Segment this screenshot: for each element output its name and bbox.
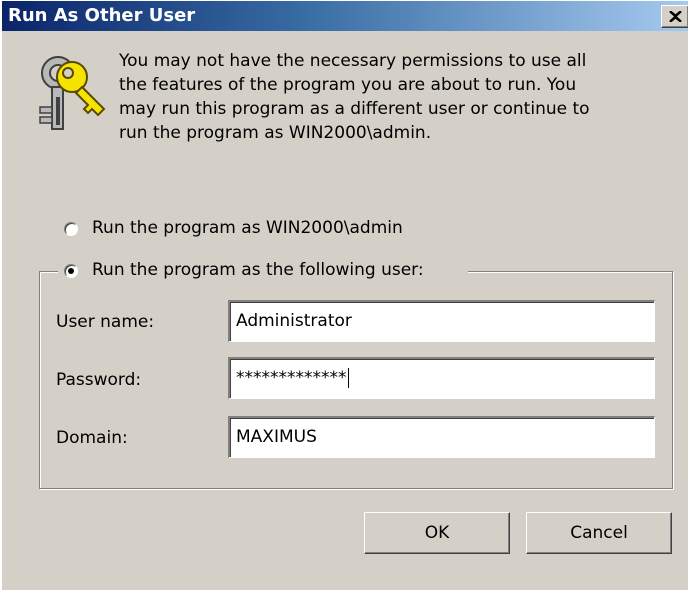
radio-current-user[interactable] bbox=[64, 222, 78, 236]
cancel-button[interactable]: Cancel bbox=[526, 512, 672, 554]
radio-selected-dot bbox=[68, 268, 74, 274]
title-bar[interactable]: Run As Other User bbox=[2, 1, 688, 31]
window-title: Run As Other User bbox=[8, 5, 196, 26]
domain-field[interactable]: MAXIMUS bbox=[228, 416, 655, 458]
user-name-field[interactable]: Administrator bbox=[228, 300, 655, 342]
keys-icon bbox=[39, 56, 106, 130]
domain-label: Domain: bbox=[56, 428, 128, 448]
radio-other-user[interactable] bbox=[64, 264, 78, 278]
run-as-dialog: Run As Other User You may not have the n… bbox=[0, 0, 688, 590]
close-icon bbox=[669, 11, 682, 22]
password-field[interactable]: ************* bbox=[228, 357, 655, 399]
radio-other-user-label[interactable]: Run the program as the following user: bbox=[92, 260, 428, 280]
radio-current-user-label[interactable]: Run the program as WIN2000\admin bbox=[92, 218, 403, 238]
domain-value: MAXIMUS bbox=[236, 427, 317, 447]
user-name-label: User name: bbox=[56, 312, 155, 332]
user-name-value: Administrator bbox=[236, 311, 352, 331]
permission-message: You may not have the necessary permissio… bbox=[119, 51, 590, 143]
close-button[interactable] bbox=[661, 5, 688, 28]
text-caret bbox=[347, 368, 349, 388]
password-value: ************* bbox=[236, 368, 347, 388]
ok-button[interactable]: OK bbox=[364, 512, 510, 554]
password-label: Password: bbox=[56, 370, 142, 390]
